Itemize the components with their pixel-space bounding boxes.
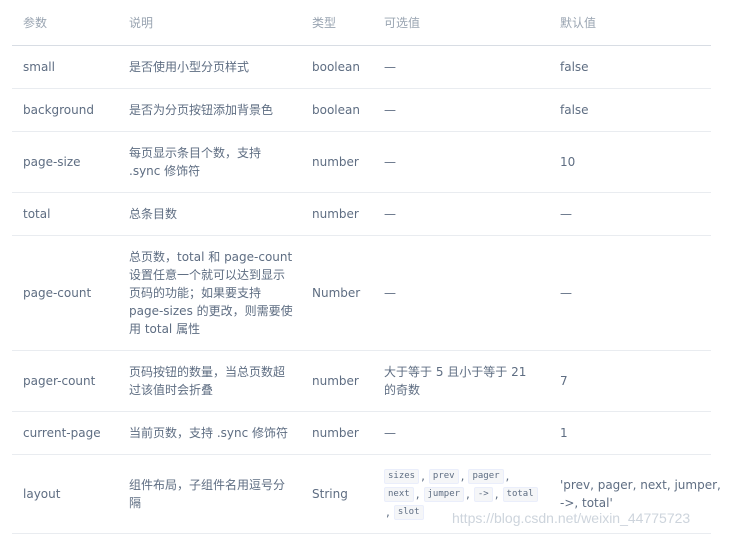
description-cell: 每页显示条目个数，支持 .sync 修饰符 [118, 144, 301, 180]
cell-line: 过该值时会折叠 [129, 383, 214, 397]
description-cell: 当前页数，支持 .sync 修饰符 [118, 424, 301, 442]
cell-line: 7 [560, 374, 568, 388]
cell-line: 'prev, pager, next, jumper, [560, 478, 721, 492]
cell-line: — [384, 426, 396, 440]
accepted-values-cell: — [373, 153, 549, 171]
type-cell: number [312, 426, 359, 440]
cell-line: 设置任意一个就可以达到显示 [129, 268, 286, 282]
type-cell: boolean [312, 103, 360, 117]
cell-line: 隔 [129, 496, 142, 510]
code-token: next [384, 486, 414, 502]
accepted-values-cell: — [373, 424, 549, 442]
cell-line: — [560, 286, 572, 300]
type-cell: String [312, 487, 348, 501]
cell-line: 用 total 属性 [129, 322, 201, 336]
cell-line: 总条目数 [129, 207, 178, 221]
cell-line: false [560, 60, 589, 74]
description-cell: 总条目数 [118, 205, 301, 223]
table-body: small 是否使用小型分页样式 boolean — false background 是否… [12, 46, 721, 534]
description-cell: 是否为分页按钮添加背景色 [118, 101, 301, 119]
code-token: pager [468, 468, 504, 484]
table-row: page-count 总页数，total 和 page-count 设置任意一个就可… [12, 236, 711, 351]
default-cell: 'prev, pager, next, jumper, ->, total' [549, 476, 721, 512]
accepted-values-cell: — [373, 284, 549, 302]
cell-line: page-sizes 的更改，则需要使 [129, 304, 293, 318]
cell-line: — [560, 207, 572, 221]
cell-line: 页码的功能；如果要支持 [129, 286, 262, 300]
default-cell: — [549, 284, 711, 302]
description-cell: 是否使用小型分页样式 [118, 58, 301, 76]
code-token: total [502, 486, 538, 502]
cell-line: 的奇数 [384, 383, 421, 397]
default-cell: 1 [549, 424, 711, 442]
code-token: slot [393, 504, 424, 520]
code-token: sizes [384, 468, 420, 484]
default-cell: false [549, 58, 711, 76]
default-cell: 7 [549, 372, 711, 390]
description-cell: 页码按钮的数量，当总页数超 过该值时会折叠 [118, 363, 301, 399]
type-cell: boolean [312, 60, 360, 74]
param-cell: total [23, 207, 51, 221]
code-token: jumper [423, 486, 465, 502]
type-cell: number [312, 155, 359, 169]
cell-line: — [384, 286, 396, 300]
param-cell: current-page [23, 426, 101, 440]
table-row: pager-count 页码按钮的数量，当总页数超 过该值时会折叠 number 大于等… [12, 351, 711, 412]
table-row: small 是否使用小型分页样式 boolean — false [12, 46, 711, 89]
code-token: -> [473, 486, 493, 502]
default-cell: 10 [549, 153, 711, 171]
param-cell: page-count [23, 286, 92, 300]
accepted-values-cell: — [373, 205, 549, 223]
cell-line: — [384, 103, 396, 117]
table-row: total 总条目数 number — — [12, 193, 711, 236]
cell-line: 大于等于 5 且小于等于 21 [384, 365, 527, 379]
header-default: 默认值 [560, 15, 597, 30]
cell-line: .sync 修饰符 [129, 164, 201, 178]
accepted-values-cell: — [373, 58, 549, 76]
watermark: https://blog.csdn.net/weixin_44775723 [452, 510, 691, 526]
accepted-values-cell: 大于等于 5 且小于等于 21 的奇数 [373, 363, 549, 399]
default-cell: — [549, 205, 711, 223]
table-row: background 是否为分页按钮添加背景色 boolean — false [12, 89, 711, 132]
cell-line: — [384, 207, 396, 221]
cell-line: 当前页数，支持 .sync 修饰符 [129, 426, 289, 440]
table-header: 参数 说明 类型 可选值 默认值 [12, 0, 711, 46]
type-cell: number [312, 374, 359, 388]
param-cell: pager-count [23, 374, 96, 388]
cell-line: false [560, 103, 589, 117]
cell-line: 每页显示条目个数，支持 [129, 146, 262, 160]
param-cell: page-size [23, 155, 81, 169]
param-cell: small [23, 60, 55, 74]
type-cell: Number [312, 286, 361, 300]
cell-line: 是否为分页按钮添加背景色 [129, 103, 274, 117]
header-description: 说明 [129, 15, 154, 30]
table-row: page-size 每页显示条目个数，支持 .sync 修饰符 number — 10 [12, 132, 711, 193]
default-cell: false [549, 101, 711, 119]
cell-line: 页码按钮的数量，当总页数超 [129, 365, 286, 379]
cell-line: 是否使用小型分页样式 [129, 60, 250, 74]
type-cell: number [312, 207, 359, 221]
cell-line: 1 [560, 426, 568, 440]
code-token: prev [428, 468, 459, 484]
attributes-table: 参数 说明 类型 可选值 默认值 small 是否使用小型分页样式 boolean —… [12, 0, 721, 534]
accepted-values-cell: — [373, 101, 549, 119]
param-cell: layout [23, 487, 61, 501]
cell-line: 10 [560, 155, 576, 169]
header-param: 参数 [23, 15, 48, 30]
cell-line: 组件布局，子组件名用逗号分 [129, 478, 286, 492]
cell-line: — [384, 155, 396, 169]
header-accepted-values: 可选值 [384, 15, 421, 30]
description-cell: 组件布局，子组件名用逗号分隔 [118, 476, 301, 512]
header-type: 类型 [312, 15, 337, 30]
table-row: current-page 当前页数，支持 .sync 修饰符 number — 1 [12, 412, 711, 455]
cell-line: 总页数，total 和 page-count [129, 250, 293, 264]
param-cell: background [23, 103, 94, 117]
description-cell: 总页数，total 和 page-count 设置任意一个就可以达到显示 页码的功能… [118, 248, 301, 338]
cell-line: — [384, 60, 396, 74]
